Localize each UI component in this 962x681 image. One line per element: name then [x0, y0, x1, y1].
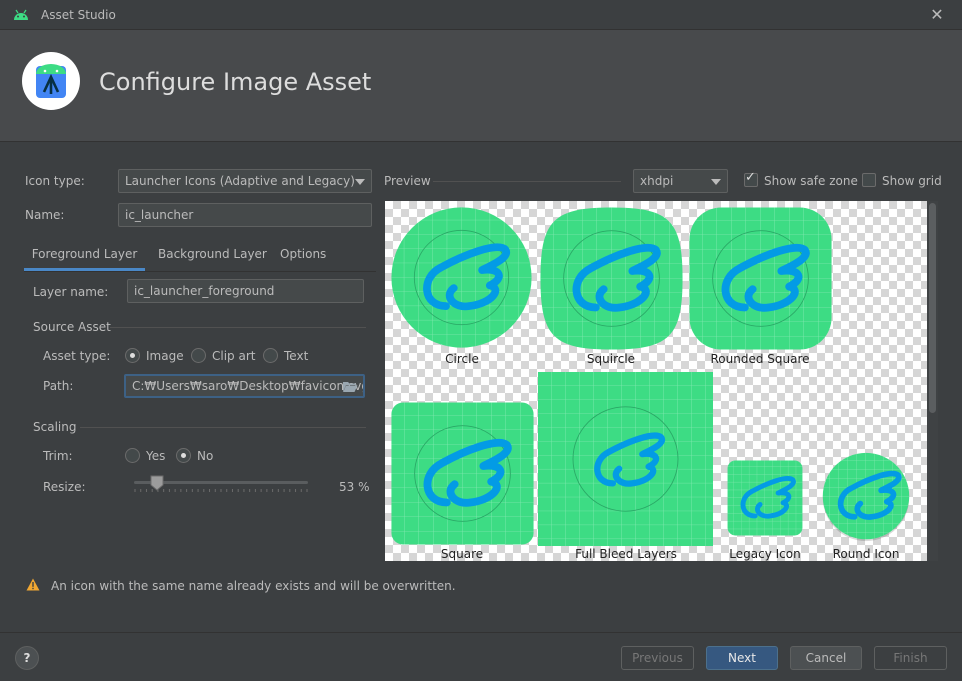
warning-icon: [26, 578, 40, 591]
asset-type-image-label: Image: [146, 349, 184, 363]
density-value: xhdpi: [640, 174, 674, 188]
page-title: Configure Image Asset: [99, 68, 372, 96]
warning-message: An icon with the same name already exist…: [51, 579, 456, 593]
trim-no-radio[interactable]: [176, 448, 191, 463]
chevron-down-icon: [355, 179, 365, 185]
squircle-icon-preview: [540, 207, 683, 350]
trim-yes-radio[interactable]: [125, 448, 140, 463]
scrollbar-thumb[interactable]: [929, 203, 936, 413]
layer-name-field[interactable]: ic_launcher_foreground: [127, 279, 364, 303]
asset-type-clipart-label: Clip art: [212, 349, 256, 363]
section-divider: [80, 427, 366, 428]
footer-divider: [0, 632, 962, 633]
caption-legacy: Legacy Icon: [729, 547, 801, 561]
preview-scrollbar[interactable]: [927, 201, 938, 561]
checkmark-icon: ✓: [745, 170, 756, 185]
caption-full-bleed: Full Bleed Layers: [575, 547, 677, 561]
source-asset-title: Source Asset: [33, 320, 111, 334]
finish-button[interactable]: Finish: [874, 646, 947, 670]
caption-squircle: Squircle: [586, 352, 636, 366]
legacy-icon-preview: [727, 460, 803, 536]
caption-rounded-square: Rounded Square: [710, 352, 810, 366]
tab-foreground-layer[interactable]: Foreground Layer: [24, 242, 145, 271]
folder-open-icon[interactable]: [342, 380, 358, 393]
circle-icon-preview: [391, 207, 532, 348]
tab-background-layer[interactable]: Background Layer: [158, 242, 267, 271]
header-banner: Configure Image Asset: [0, 30, 962, 142]
show-safe-zone-checkbox[interactable]: ✓: [744, 170, 758, 187]
show-safe-zone-label: Show safe zone: [764, 174, 858, 188]
layer-name-label: Layer name:: [33, 285, 109, 299]
caption-circle: Circle: [445, 352, 479, 366]
path-field[interactable]: C:₩Users₩saro₩Desktop₩favicon.svg: [124, 374, 365, 398]
asset-type-clipart-radio[interactable]: [191, 348, 206, 363]
tab-options[interactable]: Options: [280, 242, 326, 271]
show-grid-checkbox[interactable]: [862, 173, 876, 187]
round-icon-preview: [822, 452, 910, 542]
show-grid-label: Show grid: [882, 174, 942, 188]
preview-divider: [433, 181, 621, 182]
square-icon-preview: [391, 402, 534, 545]
resize-label: Resize:: [43, 480, 86, 494]
icon-type-dropdown[interactable]: Launcher Icons (Adaptive and Legacy): [118, 169, 372, 193]
trim-yes-label: Yes: [146, 449, 166, 463]
icon-type-label: Icon type:: [25, 174, 85, 188]
previous-button[interactable]: Previous: [621, 646, 694, 670]
asset-type-image-radio[interactable]: [125, 348, 140, 363]
caption-round: Round Icon: [832, 547, 900, 561]
chevron-down-icon: [711, 179, 721, 185]
window-title: Asset Studio: [41, 8, 116, 22]
rounded-square-icon-preview: [689, 207, 832, 350]
full-bleed-icon-preview: [538, 372, 713, 546]
cancel-button[interactable]: Cancel: [790, 646, 862, 670]
asset-type-label: Asset type:: [43, 349, 111, 363]
close-icon[interactable]: ✕: [926, 4, 948, 26]
android-icon: [14, 9, 28, 20]
next-button[interactable]: Next: [706, 646, 778, 670]
asset-type-text-label: Text: [284, 349, 309, 363]
path-label: Path:: [43, 379, 74, 393]
caption-square: Square: [440, 547, 484, 561]
scaling-title: Scaling: [33, 420, 77, 434]
asset-type-text-radio[interactable]: [263, 348, 278, 363]
name-label: Name:: [25, 208, 65, 222]
path-value: C:₩Users₩saro₩Desktop₩favicon.svg: [132, 379, 365, 393]
help-button[interactable]: ?: [15, 646, 39, 670]
resize-slider-thumb[interactable]: [150, 475, 164, 491]
resize-value: 53 %: [339, 480, 370, 494]
trim-no-label: No: [197, 449, 214, 463]
title-bar: Asset Studio ✕: [0, 0, 962, 30]
density-dropdown[interactable]: xhdpi: [633, 169, 728, 193]
layer-tabs: Foreground Layer Background Layer Option…: [24, 242, 376, 272]
preview-canvas: Circle Squircle Rounded Square Square Fu…: [385, 201, 938, 561]
android-studio-logo: [22, 52, 80, 110]
section-divider: [110, 327, 366, 328]
name-field[interactable]: ic_launcher: [118, 203, 372, 227]
trim-label: Trim:: [43, 449, 73, 463]
preview-label: Preview: [384, 174, 431, 188]
icon-type-value: Launcher Icons (Adaptive and Legacy): [125, 174, 355, 188]
